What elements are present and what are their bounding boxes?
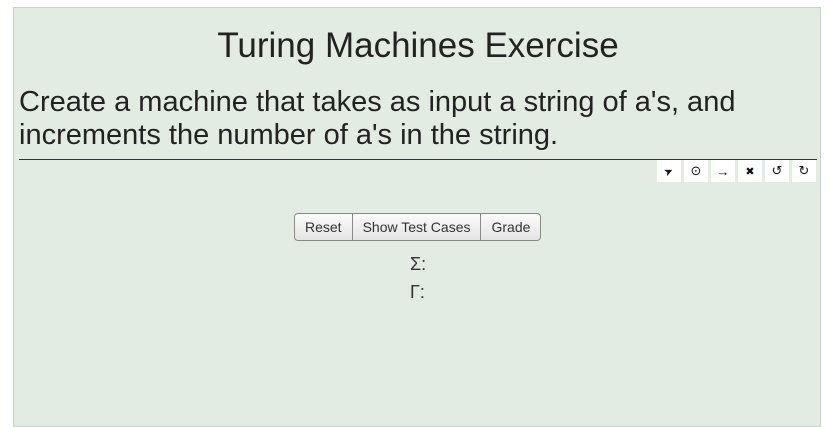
tape-alphabet-label: Γ: bbox=[410, 282, 425, 302]
exercise-controls: Reset Show Test Cases Grade bbox=[294, 213, 542, 241]
add-node-icon[interactable]: ⊙ bbox=[684, 160, 708, 182]
editor-toolbar: ➤ ⊙ → ✖ ↺ ↻ bbox=[657, 160, 816, 182]
add-edge-arrow-icon[interactable]: → bbox=[711, 160, 735, 182]
undo-glyph: ↺ bbox=[771, 163, 783, 178]
exercise-description: Create a machine that takes as input a s… bbox=[19, 86, 736, 151]
add-node-glyph: ⊙ bbox=[690, 163, 702, 178]
grade-button[interactable]: Grade bbox=[481, 214, 540, 240]
show-test-cases-button[interactable]: Show Test Cases bbox=[353, 214, 482, 240]
reset-button[interactable]: Reset bbox=[295, 214, 353, 240]
input-alphabet-label: Σ: bbox=[410, 254, 427, 274]
select-pointer-glyph: ➤ bbox=[662, 164, 676, 179]
delete-glyph: ✖ bbox=[745, 165, 755, 178]
page-title: Turing Machines Exercise bbox=[217, 26, 619, 65]
redo-icon[interactable]: ↻ bbox=[792, 160, 816, 182]
redo-glyph: ↻ bbox=[798, 163, 810, 178]
exercise-panel: Turing Machines Exercise Create a machin… bbox=[13, 7, 821, 427]
select-pointer-icon[interactable]: ➤ bbox=[657, 160, 681, 182]
delete-x-icon[interactable]: ✖ bbox=[738, 160, 762, 182]
undo-icon[interactable]: ↺ bbox=[765, 160, 789, 182]
add-edge-glyph: → bbox=[716, 163, 730, 179]
